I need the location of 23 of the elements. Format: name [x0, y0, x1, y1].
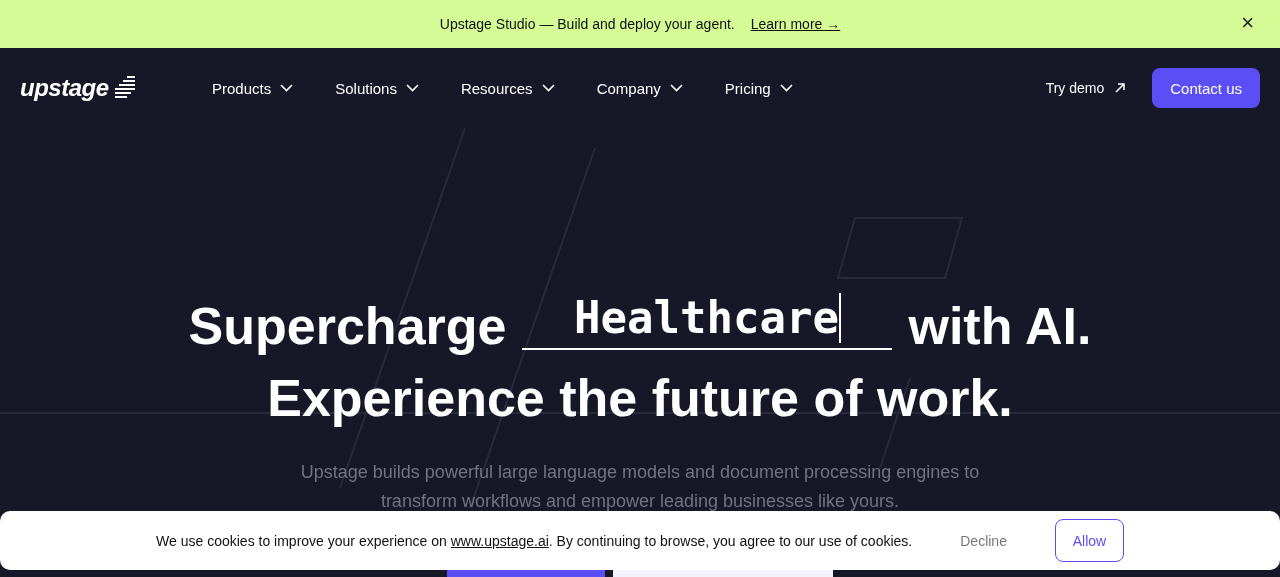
typed-word-field: Healthcare	[522, 288, 893, 350]
nav-menu-item[interactable]: Pricing	[724, 79, 793, 97]
website-link[interactable]: www.upstage.ai	[450, 532, 549, 549]
headline-text: Supercharge	[188, 296, 507, 356]
nav-menu-item[interactable]: Solutions	[335, 79, 419, 97]
hero-description: Upstage builds powerful large language models and document processing engines to transform workflows and empower leading businesses like yours.	[299, 461, 981, 513]
contact-button[interactable]: Contact us	[1152, 68, 1260, 108]
primary-button[interactable]	[447, 570, 605, 577]
nav-menu-item[interactable]: Products	[212, 79, 294, 97]
nav-menu-item[interactable]: Company	[596, 79, 683, 97]
try-demo-link[interactable]: Try demo	[1045, 80, 1127, 96]
secondary-button[interactable]	[613, 570, 833, 577]
logo[interactable]: upstage	[20, 74, 148, 102]
allow-button[interactable]: Allow	[1054, 519, 1124, 562]
headline-text: Experience the future of work.	[267, 368, 1013, 428]
close-button[interactable]: ×	[1237, 10, 1258, 36]
arrow-up-right-icon	[1114, 82, 1127, 94]
decline-button[interactable]: Decline	[944, 522, 1023, 559]
cookie-message: We use cookies to improve your experience on www.upstage.ai. By continuing to browse, you agree to our use of cookies.	[156, 532, 913, 549]
headline-text: with AI.	[908, 296, 1092, 356]
learn-more-link[interactable]: Learn more →	[750, 16, 841, 32]
announcement-text: Upstage Studio — Build and deploy your agent.	[439, 16, 735, 32]
nav-menu-item[interactable]: Resources	[460, 79, 555, 97]
